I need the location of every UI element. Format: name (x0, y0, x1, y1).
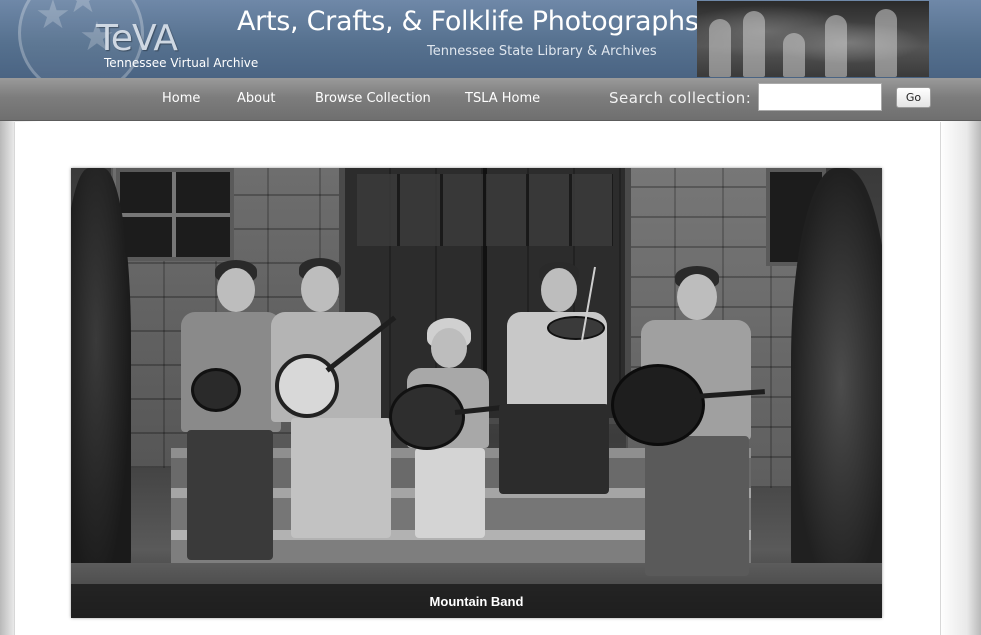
site-subtitle: Tennessee State Library & Archives (427, 44, 657, 59)
nav-home-link[interactable]: Home (162, 91, 200, 106)
photo-caption[interactable]: Mountain Band (430, 594, 524, 609)
head (217, 268, 255, 312)
teva-logo[interactable]: TeVA (96, 18, 178, 59)
nav-tsla-home-link[interactable]: TSLA Home (465, 91, 540, 106)
door-glass (357, 174, 613, 246)
head (301, 266, 339, 312)
head (541, 268, 577, 312)
figure-silhouette (825, 15, 847, 77)
banjo-icon (275, 354, 339, 418)
musician-figure (611, 266, 771, 586)
nav-about-link[interactable]: About (237, 91, 275, 106)
search-go-button[interactable]: Go (896, 87, 931, 108)
head (677, 274, 717, 320)
main-nav-bar: Home About Browse Collection TSLA Home S… (0, 78, 981, 121)
search-label: Search collection: (609, 89, 752, 107)
legs (291, 418, 391, 538)
musician-figure (271, 258, 401, 558)
figure-silhouette (783, 33, 805, 77)
guitar-icon (389, 384, 465, 450)
featured-photo-mountain-band[interactable]: Mountain Band (71, 168, 882, 618)
legs (499, 404, 609, 494)
header-musicians-photo (697, 1, 929, 77)
musician-figure (499, 262, 619, 512)
shrub (71, 168, 131, 598)
musician-figure (389, 318, 565, 548)
legs (415, 448, 485, 538)
shrub (791, 168, 882, 598)
site-title: Arts, Crafts, & Folklife Photographs (237, 6, 699, 37)
head (431, 328, 467, 368)
guitar-icon (611, 364, 705, 446)
photo-caption-bar: Mountain Band (71, 584, 882, 618)
teva-logo-subtitle: Tennessee Virtual Archive (104, 56, 259, 70)
legs (187, 430, 273, 560)
legs (645, 436, 749, 576)
site-header-banner: ★ ★ ★ TeVA Tennessee Virtual Archive Art… (0, 0, 981, 78)
mandolin-icon (191, 368, 241, 412)
nav-browse-collection-link[interactable]: Browse Collection (315, 91, 431, 106)
fiddle-icon (547, 316, 605, 340)
figure-silhouette (709, 19, 731, 77)
search-input[interactable] (758, 83, 882, 111)
figure-silhouette (875, 9, 897, 77)
window (116, 168, 234, 261)
figure-silhouette (743, 11, 765, 77)
